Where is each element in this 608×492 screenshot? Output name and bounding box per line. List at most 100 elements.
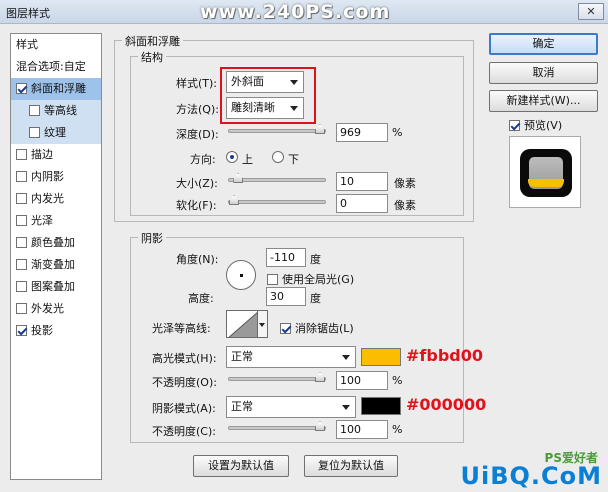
checkbox-icon[interactable] (16, 302, 27, 314)
shadow-mode-select[interactable]: 正常 (226, 396, 356, 418)
global-light-label: 使用全局光(G) (282, 273, 355, 286)
style-item-drop-shadow[interactable]: 投影 (11, 320, 101, 342)
style-label: 颜色叠加 (31, 236, 75, 249)
ok-button[interactable]: 确定 (489, 33, 598, 55)
style-label: 样式(T): (176, 77, 218, 90)
style-item-stroke[interactable]: 描边 (11, 144, 101, 166)
checkbox-icon[interactable] (509, 119, 520, 131)
preview-label: 预览(V) (524, 119, 563, 132)
title-bar: 图层样式 www.240PS.com ✕ (0, 0, 608, 24)
style-label: 光泽 (31, 214, 53, 227)
global-light-option[interactable]: 使用全局光(G) (267, 271, 354, 287)
angle-unit: 度 (310, 253, 321, 266)
close-button[interactable]: ✕ (578, 3, 604, 20)
highlight-mode-value: 正常 (231, 350, 253, 363)
opacity1-unit: % (392, 374, 403, 387)
window-title: 图层样式 (6, 7, 50, 20)
style-preview (509, 136, 581, 208)
preview-highlight (528, 179, 564, 187)
opacity2-unit: % (392, 423, 403, 436)
highlight-mode-label: 高光模式(H): (152, 352, 217, 365)
angle-dot (240, 274, 243, 277)
checkbox-icon[interactable] (16, 82, 27, 94)
style-item-gradient-overlay[interactable]: 渐变叠加 (11, 254, 101, 276)
direction-down-label: 下 (288, 153, 299, 166)
altitude-label: 高度: (188, 292, 214, 305)
size-label: 大小(Z): (176, 177, 218, 190)
checkbox-icon[interactable] (16, 170, 27, 182)
highlight-box (220, 67, 316, 124)
technique-label: 方法(Q): (176, 103, 219, 116)
shading-title: 阴影 (138, 230, 166, 246)
reset-default-button[interactable]: 复位为默认值 (304, 455, 398, 477)
direction-down-radio[interactable] (272, 151, 284, 163)
style-item-bevel[interactable]: 斜面和浮雕 (11, 78, 101, 100)
angle-dial[interactable] (226, 260, 256, 290)
checkbox-icon[interactable] (267, 273, 278, 285)
checkbox-icon[interactable] (16, 280, 27, 292)
soften-input[interactable]: 0 (336, 194, 388, 213)
shadow-color-swatch[interactable] (361, 397, 401, 415)
new-style-button[interactable]: 新建样式(W)... (489, 90, 598, 112)
contour-dropdown[interactable] (258, 310, 268, 338)
opacity2-slider[interactable] (228, 421, 326, 431)
depth-label: 深度(D): (176, 128, 219, 141)
cancel-button[interactable]: 取消 (489, 62, 598, 84)
style-item-outer-glow[interactable]: 外发光 (11, 298, 101, 320)
style-item-texture[interactable]: 纹理 (11, 122, 101, 144)
style-label: 内阴影 (31, 170, 64, 183)
opacity1-input[interactable]: 100 (336, 371, 388, 390)
style-label: 描边 (31, 148, 53, 161)
checkbox-icon[interactable] (16, 236, 27, 248)
style-item-pattern-overlay[interactable]: 图案叠加 (11, 276, 101, 298)
style-label: 渐变叠加 (31, 258, 75, 271)
anti-alias-option[interactable]: 消除锯齿(L) (280, 320, 354, 336)
direction-up-radio[interactable] (226, 151, 238, 163)
styles-header[interactable]: 样式 (11, 34, 101, 56)
style-label: 斜面和浮雕 (31, 82, 86, 95)
gloss-contour-picker[interactable] (226, 310, 258, 338)
shadow-hex-annotation: #000000 (406, 395, 487, 414)
preview-option[interactable]: 预览(V) (509, 117, 562, 133)
checkbox-icon[interactable] (29, 104, 40, 116)
chevron-down-icon (259, 323, 265, 327)
checkbox-icon[interactable] (16, 192, 27, 204)
depth-input[interactable]: 969 (336, 123, 388, 142)
checkbox-icon[interactable] (16, 324, 27, 336)
style-item-color-overlay[interactable]: 颜色叠加 (11, 232, 101, 254)
shadow-mode-label: 阴影模式(A): (152, 402, 216, 415)
checkbox-icon[interactable] (16, 214, 27, 226)
checkbox-icon[interactable] (280, 322, 291, 334)
highlight-color-swatch[interactable] (361, 348, 401, 366)
altitude-input[interactable]: 30 (266, 287, 306, 306)
opacity2-label: 不透明度(C): (152, 425, 216, 438)
angle-input[interactable]: -110 (266, 248, 306, 267)
contour-curve-icon (228, 312, 257, 337)
opacity2-input[interactable]: 100 (336, 420, 388, 439)
make-default-button[interactable]: 设置为默认值 (193, 455, 289, 477)
site-logo: UiBQ.CoM (460, 462, 602, 490)
anti-alias-label: 消除锯齿(L) (295, 322, 354, 335)
style-label: 外发光 (31, 302, 64, 315)
style-label: 等高线 (44, 104, 77, 117)
style-item-contour[interactable]: 等高线 (11, 100, 101, 122)
size-slider[interactable] (228, 173, 326, 183)
checkbox-icon[interactable] (16, 148, 27, 160)
size-input[interactable]: 10 (336, 172, 388, 191)
style-item-satin[interactable]: 光泽 (11, 210, 101, 232)
soften-slider[interactable] (228, 195, 326, 205)
style-label: 图案叠加 (31, 280, 75, 293)
opacity1-slider[interactable] (228, 372, 326, 382)
style-label: 投影 (31, 324, 53, 337)
highlight-mode-select[interactable]: 正常 (226, 346, 356, 368)
altitude-unit: 度 (310, 292, 321, 305)
opacity1-label: 不透明度(O): (152, 376, 217, 389)
style-item-inner-shadow[interactable]: 内阴影 (11, 166, 101, 188)
style-item-inner-glow[interactable]: 内发光 (11, 188, 101, 210)
blending-options[interactable]: 混合选项:自定 (11, 56, 101, 78)
checkbox-icon[interactable] (29, 126, 40, 138)
depth-slider[interactable] (228, 124, 326, 134)
angle-label: 角度(N): (176, 253, 219, 266)
checkbox-icon[interactable] (16, 258, 27, 270)
chevron-down-icon (342, 355, 350, 360)
